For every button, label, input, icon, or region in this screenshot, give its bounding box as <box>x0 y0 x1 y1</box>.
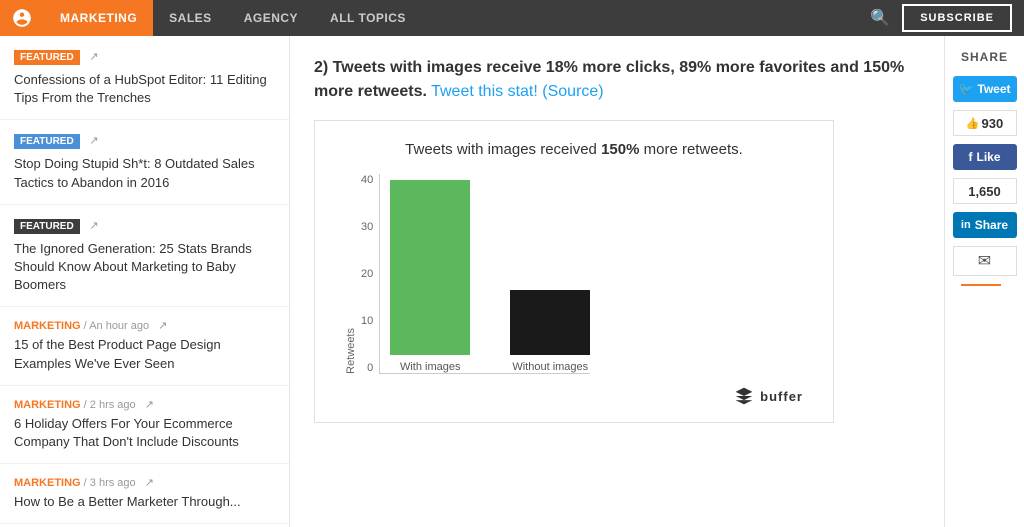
external-link-icon[interactable]: ↗ <box>158 320 167 332</box>
buffer-logo: buffer <box>345 386 803 406</box>
chart-bars: With images Without images <box>379 174 590 374</box>
buffer-text: buffer <box>760 389 803 404</box>
share-title: SHARE <box>961 50 1008 64</box>
subscribe-button[interactable]: SUBSCRIBE <box>902 4 1012 32</box>
bar-label: Without images <box>512 361 588 373</box>
list-item: FEATURED ↗ Confessions of a HubSpot Edit… <box>0 36 289 120</box>
list-item: FEATURED ↗ Stop Doing Stupid Sh*t: 8 Out… <box>0 120 289 204</box>
category-label[interactable]: MARKETING <box>14 477 81 489</box>
featured-badge: FEATURED <box>14 134 80 149</box>
external-link-icon[interactable]: ↗ <box>89 220 98 232</box>
bar-without-images: Without images <box>510 290 590 373</box>
twitter-icon: 🐦 <box>958 82 973 96</box>
nav-all-topics[interactable]: ALL TOPICS <box>314 0 422 36</box>
tweet-link[interactable]: Tweet this stat! <box>431 83 538 100</box>
nav-marketing[interactable]: MARKETING <box>44 0 153 36</box>
list-item: MARKETING / 2 hrs ago ↗ 6 Holiday Offers… <box>0 386 289 464</box>
email-share-button[interactable]: ✉ <box>953 246 1017 276</box>
navbar: MARKETING SALES AGENCY ALL TOPICS 🔍 SUBS… <box>0 0 1024 36</box>
bar-with-images: With images <box>390 180 470 373</box>
external-link-icon[interactable]: ↗ <box>145 477 154 489</box>
article-title[interactable]: 15 of the Best Product Page Design Examp… <box>14 336 275 372</box>
category-label[interactable]: MARKETING <box>14 399 81 411</box>
main-content: 2) Tweets with images receive 18% more c… <box>290 36 944 527</box>
nav-sales[interactable]: SALES <box>153 0 228 36</box>
external-link-icon[interactable]: ↗ <box>89 135 98 147</box>
search-icon[interactable]: 🔍 <box>858 8 902 28</box>
category-label[interactable]: MARKETING <box>14 320 81 332</box>
twitter-share-button[interactable]: 🐦 Tweet <box>953 76 1017 102</box>
external-link-icon[interactable]: ↗ <box>89 51 98 63</box>
article-title[interactable]: Stop Doing Stupid Sh*t: 8 Outdated Sales… <box>14 155 275 191</box>
page-layout: FEATURED ↗ Confessions of a HubSpot Edit… <box>0 36 1024 527</box>
share-panel: SHARE 🐦 Tweet 👍 930 f Like 1,650 in Shar… <box>944 36 1024 527</box>
list-item: FEATURED ↗ The Ignored Generation: 25 St… <box>0 205 289 308</box>
article-title[interactable]: 6 Holiday Offers For Your Ecommerce Comp… <box>14 415 275 451</box>
list-item: MARKETING / An hour ago ↗ 15 of the Best… <box>0 307 289 385</box>
article-stat-text: 2) Tweets with images receive 18% more c… <box>314 56 920 104</box>
bar-green <box>390 180 470 355</box>
linkedin-icon: in <box>961 219 971 231</box>
chart-title: Tweets with images received 150% more re… <box>345 141 803 158</box>
y-axis: 40 30 20 10 0 <box>361 174 379 374</box>
share-divider <box>961 284 1001 286</box>
bar-label: With images <box>400 361 461 373</box>
linkedin-share-button[interactable]: in Share <box>953 212 1017 238</box>
list-item: MARKETING / 3 hrs ago ↗ How to Be a Bett… <box>0 464 289 524</box>
time-label: / 3 hrs ago <box>84 477 136 489</box>
time-label: / An hour ago <box>84 320 149 332</box>
bar-black <box>510 290 590 355</box>
time-label: / 2 hrs ago <box>84 399 136 411</box>
twitter-count: 👍 930 <box>953 110 1017 136</box>
facebook-icon: f <box>968 150 972 164</box>
nav-agency[interactable]: AGENCY <box>228 0 314 36</box>
source-link[interactable]: (Source) <box>542 83 603 100</box>
external-link-icon[interactable]: ↗ <box>145 399 154 411</box>
facebook-share-button[interactable]: f Like <box>953 144 1017 170</box>
sidebar: FEATURED ↗ Confessions of a HubSpot Edit… <box>0 36 290 527</box>
hubspot-logo[interactable] <box>0 0 44 36</box>
featured-badge: FEATURED <box>14 50 80 65</box>
article-title[interactable]: Confessions of a HubSpot Editor: 11 Edit… <box>14 71 275 107</box>
article-title[interactable]: How to Be a Better Marketer Through... <box>14 493 275 511</box>
y-axis-label: Retweets <box>345 328 361 374</box>
featured-badge: FEATURED <box>14 219 80 234</box>
article-title[interactable]: The Ignored Generation: 25 Stats Brands … <box>14 240 275 295</box>
chart-box: Tweets with images received 150% more re… <box>314 120 834 423</box>
facebook-count: 1,650 <box>953 178 1017 204</box>
